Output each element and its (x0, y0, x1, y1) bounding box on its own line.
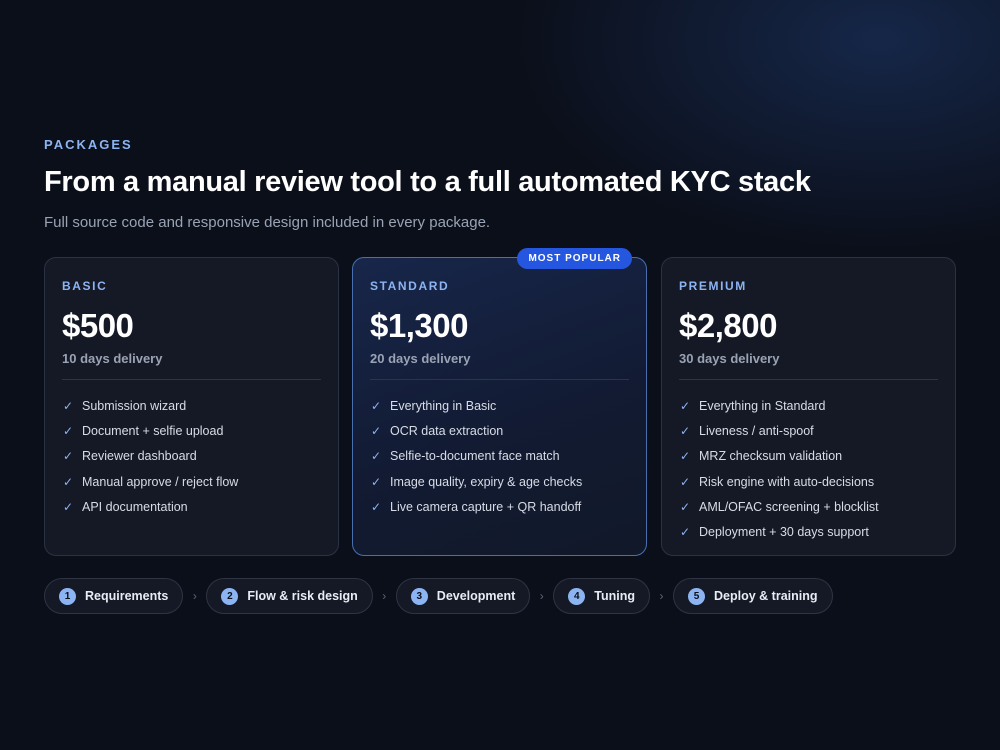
step-number: 2 (221, 587, 239, 605)
step-flow-risk-design[interactable]: 2 Flow & risk design (206, 578, 373, 614)
feature-list: ✓ Everything in Standard ✓ Liveness / anti… (679, 393, 938, 545)
feature-list: ✓ Submission wizard ✓ Document + selfie up… (62, 393, 321, 519)
feature-label: OCR data extraction (390, 423, 504, 438)
step-number: 1 (59, 587, 76, 605)
check-icon: ✓ (370, 398, 382, 413)
package-tier: STANDARD (370, 279, 450, 293)
package-price: $500 (62, 307, 134, 344)
step-requirements[interactable]: 1 Requirements (44, 578, 184, 614)
divider (370, 379, 629, 380)
check-icon: ✓ (370, 423, 382, 438)
chevron-right-icon: › (659, 589, 664, 603)
package-card-basic[interactable]: BASIC $500 10 days delivery ✓ Submission … (44, 257, 339, 556)
feature-label: Deployment + 30 days support (699, 525, 869, 540)
feature-item: ✓ Reviewer dashboard (62, 444, 321, 469)
feature-list: ✓ Everything in Basic ✓ OCR data extractio… (370, 393, 629, 519)
divider (679, 379, 938, 380)
section-title: From a manual review tool to a full auto… (44, 166, 811, 198)
check-icon: ✓ (370, 449, 382, 464)
step-deploy-training[interactable]: 5 Deploy & training (673, 578, 833, 614)
feature-label: Live camera capture + QR handoff (390, 499, 582, 514)
feature-item: ✓ Submission wizard (62, 393, 321, 418)
check-icon: ✓ (679, 474, 691, 489)
package-card-standard[interactable]: MOST POPULAR STANDARD $1,300 20 days del… (352, 248, 647, 556)
step-label: Flow & risk design (247, 589, 358, 603)
step-label: Requirements (85, 589, 169, 603)
feature-item: ✓ Liveness / anti-spoof (679, 418, 938, 443)
feature-label: AML/OFAC screening + blocklist (699, 499, 879, 514)
step-number: 5 (688, 587, 706, 605)
feature-label: MRZ checksum validation (699, 449, 843, 464)
chevron-right-icon: › (192, 589, 197, 603)
step-label: Tuning (594, 589, 636, 603)
package-price: $2,800 (679, 307, 777, 344)
feature-label: Document + selfie upload (82, 423, 224, 438)
check-icon: ✓ (370, 499, 382, 514)
feature-item: ✓ Everything in Standard (679, 393, 938, 418)
feature-item: ✓ API documentation (62, 494, 321, 519)
feature-label: Selfie-to-document face match (390, 449, 560, 464)
feature-label: Everything in Standard (699, 398, 826, 413)
feature-item: ✓ OCR data extraction (370, 418, 629, 443)
check-icon: ✓ (679, 398, 691, 413)
feature-item: ✓ Image quality, expiry & age checks (370, 469, 629, 494)
chevron-right-icon: › (382, 589, 387, 603)
check-icon: ✓ (679, 499, 691, 514)
feature-item: ✓ Selfie-to-document face match (370, 444, 629, 469)
package-card-premium[interactable]: PREMIUM $2,800 30 days delivery ✓ Everyth… (661, 257, 956, 556)
process-steps: 1 Requirements › 2 Flow & risk design › … (44, 578, 833, 614)
divider (62, 379, 321, 380)
package-delivery: 30 days delivery (679, 351, 780, 366)
package-delivery: 20 days delivery (370, 351, 471, 366)
package-delivery: 10 days delivery (62, 351, 163, 366)
step-label: Development (436, 589, 516, 603)
step-label: Deploy & training (714, 589, 818, 603)
check-icon: ✓ (62, 398, 74, 413)
check-icon: ✓ (62, 449, 74, 464)
check-icon: ✓ (679, 449, 691, 464)
check-icon: ✓ (679, 423, 691, 438)
feature-item: ✓ Everything in Basic (370, 393, 629, 418)
check-icon: ✓ (679, 525, 691, 540)
chevron-right-icon: › (539, 589, 544, 603)
feature-item: ✓ AML/OFAC screening + blocklist (679, 494, 938, 519)
feature-label: Liveness / anti-spoof (699, 423, 814, 438)
step-number: 3 (410, 587, 428, 605)
step-development[interactable]: 3 Development (395, 578, 531, 614)
section-subtitle: Full source code and responsive design i… (44, 214, 491, 231)
package-tier: BASIC (62, 279, 108, 293)
step-number: 4 (568, 587, 586, 605)
feature-label: Submission wizard (82, 398, 187, 413)
feature-item: ✓ Live camera capture + QR handoff (370, 494, 629, 519)
section-eyebrow: PACKAGES (44, 137, 133, 152)
step-tuning[interactable]: 4 Tuning (553, 578, 651, 614)
most-popular-badge: MOST POPULAR (517, 248, 632, 269)
feature-label: Reviewer dashboard (82, 449, 197, 464)
feature-item: ✓ Deployment + 30 days support (679, 519, 938, 544)
feature-label: Everything in Basic (390, 398, 497, 413)
check-icon: ✓ (62, 423, 74, 438)
check-icon: ✓ (62, 474, 74, 489)
feature-item: ✓ MRZ checksum validation (679, 444, 938, 469)
check-icon: ✓ (62, 499, 74, 514)
package-price: $1,300 (370, 307, 468, 344)
package-tier: PREMIUM (679, 279, 747, 293)
feature-label: Risk engine with auto-decisions (699, 474, 875, 489)
feature-item: ✓ Manual approve / reject flow (62, 469, 321, 494)
feature-label: API documentation (82, 499, 188, 514)
check-icon: ✓ (370, 474, 382, 489)
feature-label: Image quality, expiry & age checks (390, 474, 583, 489)
feature-label: Manual approve / reject flow (82, 474, 239, 489)
feature-item: ✓ Document + selfie upload (62, 418, 321, 443)
feature-item: ✓ Risk engine with auto-decisions (679, 469, 938, 494)
